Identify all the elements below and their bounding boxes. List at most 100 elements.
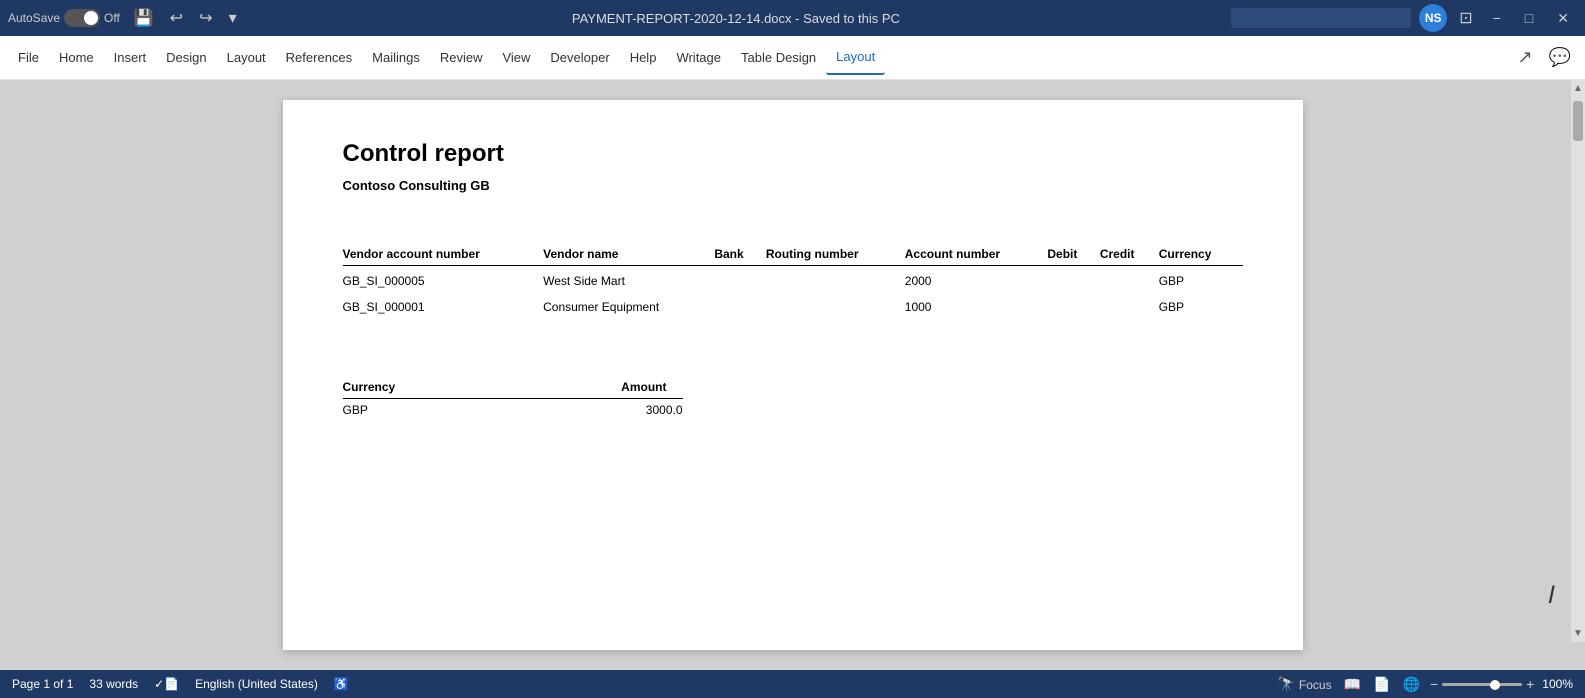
summary-currency-1: GBP (343, 399, 523, 422)
vertical-scrollbar[interactable]: ▲ ▼ (1571, 80, 1585, 642)
autosave-toggle[interactable] (64, 9, 100, 27)
menu-file[interactable]: File (8, 41, 49, 75)
report-title: Control report (343, 140, 1243, 168)
cell-debit-1 (1047, 266, 1099, 295)
print-layout-icon[interactable]: 📄 (1371, 674, 1392, 695)
cell-vendor-name-1: West Side Mart (543, 266, 714, 295)
word-count: 33 words (89, 677, 138, 691)
status-bar: Page 1 of 1 33 words ✓📄 English (United … (0, 670, 1585, 698)
table-row: GB_SI_000005 West Side Mart 2000 GBP (343, 266, 1243, 295)
menu-developer[interactable]: Developer (540, 41, 619, 75)
zoom-thumb[interactable] (1490, 680, 1500, 690)
menu-review[interactable]: Review (430, 41, 493, 75)
zoom-control[interactable]: − + (1430, 676, 1534, 692)
menu-layout[interactable]: Layout (217, 41, 276, 75)
toggle-state-label: Off (104, 11, 120, 25)
cell-credit-2 (1100, 294, 1159, 320)
document-page: Control report Contoso Consulting GB Ven… (283, 100, 1303, 650)
customize-qat-icon[interactable]: ▾ (225, 6, 241, 30)
zoom-out-icon[interactable]: − (1430, 676, 1438, 692)
cell-credit-1 (1100, 266, 1159, 295)
focus-button[interactable]: 🔭 Focus (1276, 674, 1334, 695)
page-info: Page 1 of 1 (12, 677, 73, 691)
col-credit: Credit (1100, 243, 1159, 266)
autosave-label: AutoSave (8, 11, 60, 25)
document-scroll-area[interactable]: Control report Contoso Consulting GB Ven… (0, 80, 1585, 670)
cell-vendor-account-1: GB_SI_000005 (343, 266, 544, 295)
menu-home[interactable]: Home (49, 41, 104, 75)
title-bar: AutoSave Off 💾 ↩ ↪ ▾ PAYMENT-REPORT-2020… (0, 0, 1585, 36)
share-icon[interactable]: ↗ (1511, 43, 1538, 72)
zoom-track[interactable] (1442, 683, 1522, 686)
cell-bank-2 (714, 294, 766, 320)
page-info-text: Page 1 of 1 (12, 677, 73, 691)
accessibility-icon[interactable]: ♿ (334, 677, 349, 691)
menu-design[interactable]: Design (156, 41, 216, 75)
scroll-thumb[interactable] (1573, 101, 1583, 141)
col-debit: Debit (1047, 243, 1099, 266)
cell-routing-1 (766, 266, 905, 295)
search-input[interactable] (1231, 8, 1411, 28)
scroll-down-arrow[interactable]: ▼ (1570, 625, 1585, 642)
proofing-check-icon: ✓📄 (154, 677, 179, 691)
menu-table-design[interactable]: Table Design (731, 41, 826, 75)
col-bank: Bank (714, 243, 766, 266)
zoom-level-text: 100% (1542, 677, 1573, 691)
main-data-table: Vendor account number Vendor name Bank R… (343, 243, 1243, 320)
accessibility-check-icon: ♿ (334, 677, 349, 691)
document-title: PAYMENT-REPORT-2020-12-14.docx - Saved t… (247, 11, 1226, 26)
table-row: GB_SI_000001 Consumer Equipment 1000 GBP (343, 294, 1243, 320)
zoom-in-icon[interactable]: + (1526, 676, 1534, 692)
statusbar-right: 🔭 Focus 📖 📄 🌐 − + 100% (1276, 674, 1573, 695)
report-company: Contoso Consulting GB (343, 178, 1243, 193)
menu-help[interactable]: Help (620, 41, 667, 75)
cell-bank-1 (714, 266, 766, 295)
autosave-indicator: AutoSave Off (8, 9, 120, 27)
menu-insert[interactable]: Insert (104, 41, 157, 75)
summary-col-currency: Currency (343, 376, 523, 399)
minimize-button[interactable]: − (1485, 6, 1509, 30)
close-button[interactable]: ✕ (1549, 6, 1577, 31)
cell-account-2: 1000 (905, 294, 1048, 320)
summary-col-amount: Amount (522, 376, 682, 399)
undo-icon[interactable]: ↩ (166, 6, 187, 30)
menu-mailings[interactable]: Mailings (362, 41, 430, 75)
web-layout-icon[interactable]: 🌐 (1400, 674, 1421, 695)
redo-icon[interactable]: ↪ (195, 6, 216, 30)
toggle-knob (84, 11, 98, 25)
cell-currency-1: GBP (1159, 266, 1243, 295)
maximize-button[interactable]: □ (1517, 6, 1541, 30)
proofing-icon[interactable]: ✓📄 (154, 677, 179, 691)
ribbon-menu: File Home Insert Design Layout Reference… (0, 36, 1585, 80)
menu-layout-active[interactable]: Layout (826, 41, 885, 75)
scroll-up-arrow[interactable]: ▲ (1570, 80, 1585, 97)
layout-icon[interactable]: ⊡ (1455, 6, 1476, 30)
col-account-number: Account number (905, 243, 1048, 266)
cell-vendor-account-2: GB_SI_000001 (343, 294, 544, 320)
summary-row: GBP 3000.0 (343, 399, 683, 422)
col-routing-number: Routing number (766, 243, 905, 266)
word-count-text: 33 words (89, 677, 138, 691)
avatar[interactable]: NS (1419, 4, 1447, 32)
col-currency: Currency (1159, 243, 1243, 266)
titlebar-right-section: 🔍 NS ⊡ − □ ✕ (1231, 4, 1577, 32)
col-vendor-name: Vendor name (543, 243, 714, 266)
cell-vendor-name-2: Consumer Equipment (543, 294, 714, 320)
menu-references[interactable]: References (276, 41, 362, 75)
summary-table: Currency Amount GBP 3000.0 (343, 376, 683, 421)
menubar-right: ↗ 💬 (1511, 43, 1577, 72)
col-vendor-account: Vendor account number (343, 243, 544, 266)
cell-account-1: 2000 (905, 266, 1048, 295)
language-indicator[interactable]: English (United States) (195, 677, 318, 691)
cell-debit-2 (1047, 294, 1099, 320)
read-mode-icon[interactable]: 📖 (1342, 674, 1363, 695)
document-area: ▲ ▼ Control report Contoso Consulting GB… (0, 80, 1585, 670)
menu-view[interactable]: View (492, 41, 540, 75)
language-text: English (United States) (195, 677, 318, 691)
cell-routing-2 (766, 294, 905, 320)
summary-amount-1: 3000.0 (522, 399, 682, 422)
comment-icon[interactable]: 💬 (1543, 43, 1577, 72)
menu-writage[interactable]: Writage (666, 41, 731, 75)
quick-access-toolbar: 💾 ↩ ↪ ▾ (130, 6, 241, 30)
save-icon[interactable]: 💾 (130, 6, 158, 30)
